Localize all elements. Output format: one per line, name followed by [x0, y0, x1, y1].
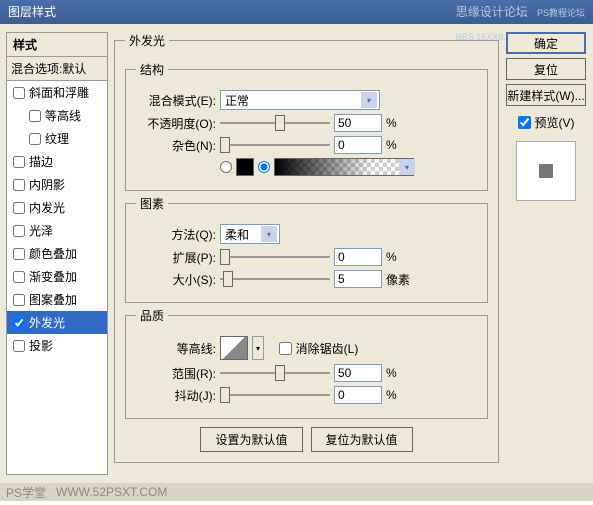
- jitter-input[interactable]: [334, 386, 382, 404]
- color-swatch[interactable]: [236, 158, 254, 176]
- blending-options[interactable]: 混合选项:默认: [7, 57, 107, 81]
- opacity-input[interactable]: [334, 114, 382, 132]
- style-checkbox[interactable]: [13, 340, 25, 352]
- style-label: 描边: [29, 153, 53, 170]
- style-label: 纹理: [45, 130, 69, 147]
- style-checkbox[interactable]: [13, 156, 25, 168]
- style-item[interactable]: 斜面和浮雕: [7, 81, 107, 104]
- footer-watermark: PS学堂 WWW.52PSXT.COM: [0, 483, 593, 501]
- style-item[interactable]: 内发光: [7, 196, 107, 219]
- style-checkbox[interactable]: [13, 317, 25, 329]
- style-checkbox[interactable]: [13, 202, 25, 214]
- contour-dropdown[interactable]: ▾: [252, 336, 264, 360]
- size-input[interactable]: [334, 270, 382, 288]
- style-checkbox[interactable]: [29, 133, 41, 145]
- elements-group: 图素 方法(Q): 柔和 ▾ 扩展(P): % 大小(S):: [125, 195, 488, 303]
- main-panel: 外发光 结构 混合模式(E): 正常 ▾ 不透明度(O): %: [114, 32, 499, 475]
- style-checkbox[interactable]: [13, 179, 25, 191]
- opacity-label: 不透明度(O):: [136, 115, 216, 132]
- spread-label: 扩展(P):: [136, 249, 216, 266]
- chevron-down-icon: ▾: [399, 159, 415, 175]
- set-default-button[interactable]: 设置为默认值: [200, 427, 302, 452]
- gradient-radio[interactable]: [258, 161, 270, 173]
- elements-legend: 图素: [136, 195, 168, 212]
- spread-slider[interactable]: [220, 248, 330, 266]
- noise-slider[interactable]: [220, 136, 330, 154]
- group-title: 外发光: [125, 32, 169, 49]
- preview-thumbnail: [516, 141, 576, 201]
- style-label: 斜面和浮雕: [29, 84, 89, 101]
- style-checkbox[interactable]: [13, 294, 25, 306]
- style-item[interactable]: 颜色叠加: [7, 242, 107, 265]
- style-item[interactable]: 描边: [7, 150, 107, 173]
- style-item[interactable]: 外发光: [7, 311, 107, 334]
- blend-mode-label: 混合模式(E):: [136, 92, 216, 109]
- jitter-label: 抖动(J):: [136, 387, 216, 404]
- style-label: 图案叠加: [29, 291, 77, 308]
- outer-glow-group: 外发光 结构 混合模式(E): 正常 ▾ 不透明度(O): %: [114, 32, 499, 463]
- style-label: 内发光: [29, 199, 65, 216]
- style-checkbox[interactable]: [13, 87, 25, 99]
- dialog-body: 样式 混合选项:默认 斜面和浮雕等高线纹理描边内阴影内发光光泽颜色叠加渐变叠加图…: [0, 24, 593, 483]
- styles-panel: 样式 混合选项:默认 斜面和浮雕等高线纹理描边内阴影内发光光泽颜色叠加渐变叠加图…: [6, 32, 108, 475]
- range-input[interactable]: [334, 364, 382, 382]
- antialias-checkbox[interactable]: [279, 342, 292, 355]
- range-slider[interactable]: [220, 364, 330, 382]
- style-item[interactable]: 投影: [7, 334, 107, 357]
- style-item[interactable]: 图案叠加: [7, 288, 107, 311]
- noise-input[interactable]: [334, 136, 382, 154]
- noise-label: 杂色(N):: [136, 137, 216, 154]
- new-style-button[interactable]: 新建样式(W)...: [506, 84, 586, 106]
- antialias-label: 消除锯齿(L): [296, 340, 359, 357]
- style-label: 渐变叠加: [29, 268, 77, 285]
- dialog-title: 图层样式: [8, 0, 56, 24]
- size-label: 大小(S):: [136, 271, 216, 288]
- style-item[interactable]: 纹理: [7, 127, 107, 150]
- color-radio[interactable]: [220, 161, 232, 173]
- cancel-button[interactable]: 复位: [506, 58, 586, 80]
- preview-swatch: [539, 164, 553, 178]
- style-label: 投影: [29, 337, 53, 354]
- blend-mode-select[interactable]: 正常 ▾: [220, 90, 380, 110]
- technique-label: 方法(Q):: [136, 226, 216, 243]
- size-slider[interactable]: [220, 270, 330, 288]
- range-label: 范围(R):: [136, 365, 216, 382]
- contour-preview[interactable]: [220, 336, 248, 360]
- style-item[interactable]: 渐变叠加: [7, 265, 107, 288]
- preview-checkbox[interactable]: [518, 116, 531, 129]
- style-item[interactable]: 等高线: [7, 104, 107, 127]
- style-label: 内阴影: [29, 176, 65, 193]
- chevron-down-icon: ▾: [261, 226, 277, 242]
- gradient-preview[interactable]: ▾: [274, 158, 414, 176]
- right-panel: 确定 复位 新建样式(W)... 预览(V): [505, 32, 587, 475]
- styles-header[interactable]: 样式: [7, 33, 107, 57]
- chevron-down-icon: ▾: [361, 92, 377, 108]
- ok-button[interactable]: 确定: [506, 32, 586, 54]
- style-item[interactable]: 光泽: [7, 219, 107, 242]
- style-label: 光泽: [29, 222, 53, 239]
- contour-label: 等高线:: [136, 340, 216, 357]
- opacity-slider[interactable]: [220, 114, 330, 132]
- style-label: 外发光: [29, 314, 65, 331]
- reset-default-button[interactable]: 复位为默认值: [311, 427, 413, 452]
- style-checkbox[interactable]: [29, 110, 41, 122]
- style-checkbox[interactable]: [13, 225, 25, 237]
- style-label: 等高线: [45, 107, 81, 124]
- spread-input[interactable]: [334, 248, 382, 266]
- style-label: 颜色叠加: [29, 245, 77, 262]
- structure-legend: 结构: [136, 61, 168, 78]
- style-checkbox[interactable]: [13, 248, 25, 260]
- jitter-slider[interactable]: [220, 386, 330, 404]
- technique-select[interactable]: 柔和 ▾: [220, 224, 280, 244]
- structure-group: 结构 混合模式(E): 正常 ▾ 不透明度(O): % 杂色(N):: [125, 61, 488, 191]
- quality-group: 品质 等高线: ▾ 消除锯齿(L) 范围(R): % 抖动(J):: [125, 307, 488, 419]
- watermark-top: 思缘设计论坛 PS教程论坛 BBS.16XX8.COM: [456, 0, 585, 24]
- quality-legend: 品质: [136, 307, 168, 324]
- style-checkbox[interactable]: [13, 271, 25, 283]
- titlebar: 图层样式 思缘设计论坛 PS教程论坛 BBS.16XX8.COM: [0, 0, 593, 24]
- preview-label: 预览(V): [535, 114, 575, 131]
- style-item[interactable]: 内阴影: [7, 173, 107, 196]
